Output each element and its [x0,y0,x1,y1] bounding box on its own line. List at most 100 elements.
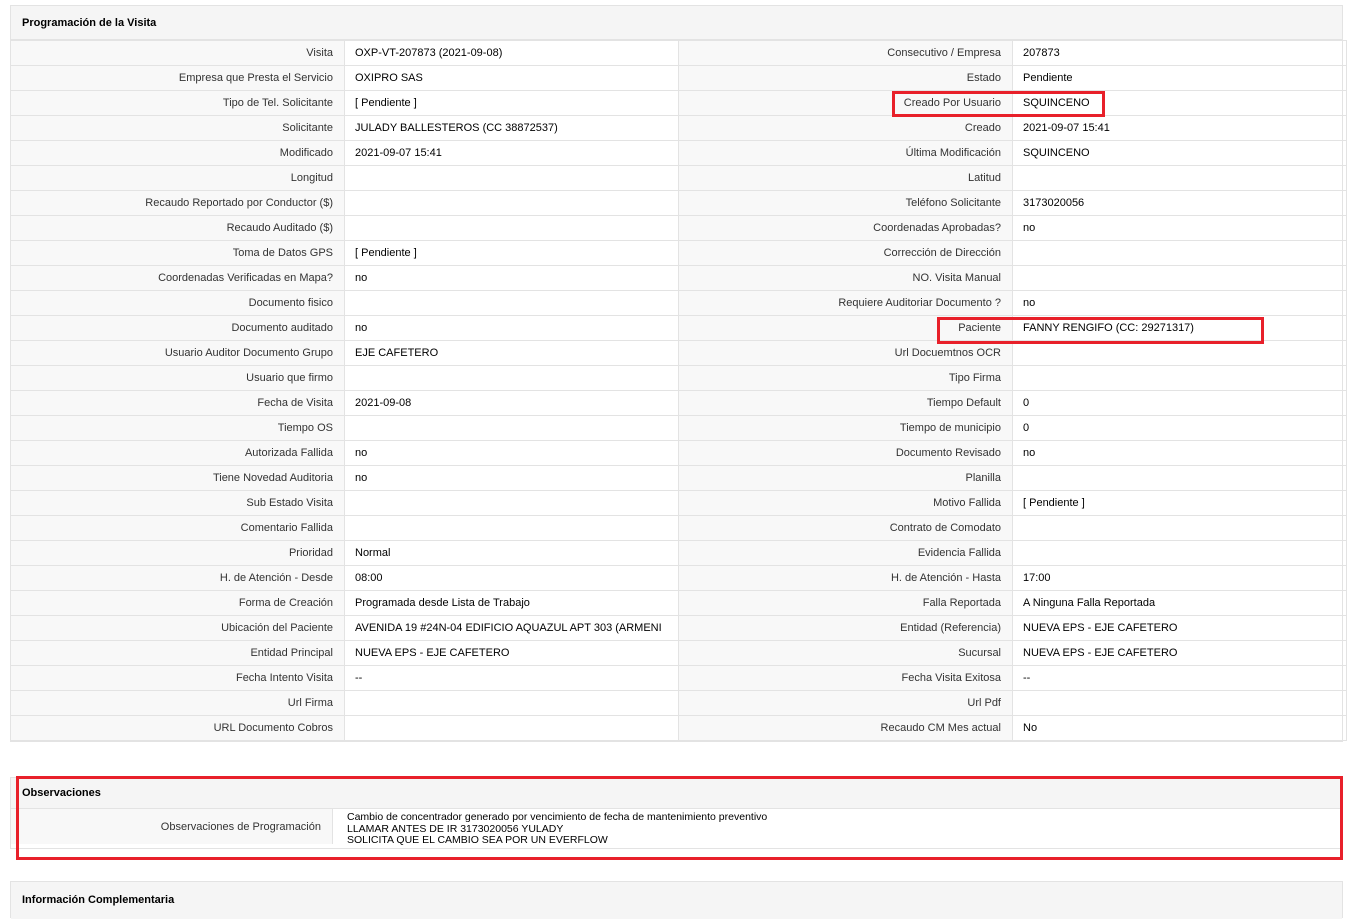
table-row: Empresa que Presta el Servicio OXIPRO SAS… [10,65,1347,91]
field-value: 3173020056 [1012,190,1347,216]
field-label: Modificado [10,140,345,166]
field-label: Ubicación del Paciente [10,615,345,641]
field-label: Consecutivo / Empresa [678,40,1013,66]
field-value: [ Pendiente ] [344,90,679,116]
field-value: NUEVA EPS - EJE CAFETERO [344,640,679,666]
field-value: NUEVA EPS - EJE CAFETERO [1012,615,1347,641]
field-label: Coordenadas Aprobadas? [678,215,1013,241]
field-value: EJE CAFETERO [344,340,679,366]
field-label: Longitud [10,165,345,191]
table-row: H. de Atención - Desde 08:00 H. de Atenció… [10,565,1347,591]
table-row: Sub Estado Visita Motivo Fallida[ Pendien… [10,490,1347,516]
table-row: Coordenadas Verificadas en Mapa? no NO. V… [10,265,1347,291]
field-value: A Ninguna Falla Reportada [1012,590,1347,616]
table-row: Tipo de Tel. Solicitante[ Pendiente ] Cre… [10,90,1347,116]
field-label: Fecha de Visita [10,390,345,416]
table-row: Comentario Fallida Contrato de Comodato [10,515,1347,541]
field-label: Tipo Firma [678,365,1013,391]
field-label: Prioridad [10,540,345,566]
field-value [1012,515,1347,541]
observaciones-title: Observaciones [11,778,1342,808]
field-label: Recaudo CM Mes actual [678,715,1013,741]
field-value: -- [344,665,679,691]
field-label: Visita [10,40,345,66]
field-value [1012,540,1347,566]
field-value: AVENIDA 19 #24N-04 EDIFICIO AQUAZUL APT … [344,615,679,641]
field-value: no [344,465,679,491]
field-value: 08:00 [344,565,679,591]
field-value [1012,690,1347,716]
table-row: Tiene Novedad Auditoria no Planilla [10,465,1347,491]
table-row: URL Documento Cobros Recaudo CM Mes actua… [10,715,1347,741]
field-label: Tiempo OS [10,415,345,441]
field-value: [ Pendiente ] [344,240,679,266]
field-value: SQUINCENO [1012,140,1347,166]
field-label: Fecha Visita Exitosa [678,665,1013,691]
field-label: URL Documento Cobros [10,715,345,741]
field-label: Latitud [678,165,1013,191]
field-label: Recaudo Reportado por Conductor ($) [10,190,345,216]
observaciones-row: Observaciones de Programación Cambio de … [11,808,1342,846]
field-value [1012,240,1347,266]
field-value: no [1012,440,1347,466]
field-label: Entidad (Referencia) [678,615,1013,641]
field-value: 207873 [1012,40,1347,66]
field-label: Tiene Novedad Auditoria [10,465,345,491]
field-value: no [344,440,679,466]
complementaria-title: Información Complementaria [11,882,1342,919]
table-row: Toma de Datos GPS[ Pendiente ] Corrección… [10,240,1347,266]
field-label: Toma de Datos GPS [10,240,345,266]
field-label: Creado Por Usuario [678,90,1013,116]
field-value: SQUINCENO [1012,90,1347,116]
field-value: Normal [344,540,679,566]
observaciones-value: Cambio de concentrador generado por venc… [333,808,1342,846]
field-label: Comentario Fallida [10,515,345,541]
field-value [1012,265,1347,291]
table-row: Tiempo OS Tiempo de municipio 0 [10,415,1347,441]
field-label: Fecha Intento Visita [10,665,345,691]
observaciones-label: Observaciones de Programación [11,808,333,844]
programacion-panel: Programación de la Visita Visita OXP-VT-2… [10,5,1347,742]
field-value: [ Pendiente ] [1012,490,1347,516]
field-value: no [1012,215,1347,241]
field-label: Forma de Creación [10,590,345,616]
field-label: NO. Visita Manual [678,265,1013,291]
field-label: Documento auditado [10,315,345,341]
table-row: Entidad Principal NUEVA EPS - EJE CAFETER… [10,640,1347,666]
table-row: Recaudo Reportado por Conductor ($) Teléf… [10,190,1347,216]
field-value [344,415,679,441]
field-value [344,365,679,391]
field-label: Teléfono Solicitante [678,190,1013,216]
field-value [344,490,679,516]
field-label: Corrección de Dirección [678,240,1013,266]
table-row: Modificado 2021-09-07 15:41 Última Modific… [10,140,1347,166]
field-value [344,165,679,191]
field-label: Contrato de Comodato [678,515,1013,541]
field-label: Entidad Principal [10,640,345,666]
field-label: Solicitante [10,115,345,141]
programacion-title: Programación de la Visita [11,6,1342,40]
field-value: OXIPRO SAS [344,65,679,91]
field-label: Planilla [678,465,1013,491]
table-row: Ubicación del Paciente AVENIDA 19 #24N-04… [10,615,1347,641]
field-label: Documento Revisado [678,440,1013,466]
field-label: Usuario que firmo [10,365,345,391]
field-label: Tipo de Tel. Solicitante [10,90,345,116]
table-row: Fecha de Visita 2021-09-08 Tiempo Default… [10,390,1347,416]
field-value [1012,465,1347,491]
field-label: Última Modificación [678,140,1013,166]
field-value [344,715,679,741]
complementaria-panel: Información Complementaria [10,881,1343,919]
field-label: Url Docuemtnos OCR [678,340,1013,366]
table-row: Forma de Creación Programada desde Lista … [10,590,1347,616]
field-label: Evidencia Fallida [678,540,1013,566]
field-label: Creado [678,115,1013,141]
field-label: Recaudo Auditado ($) [10,215,345,241]
field-value: No [1012,715,1347,741]
field-label: Url Pdf [678,690,1013,716]
field-label: Falla Reportada [678,590,1013,616]
field-value [344,215,679,241]
field-value: no [344,265,679,291]
table-row: Fecha Intento Visita -- Fecha Visita Exito… [10,665,1347,691]
field-value: 0 [1012,390,1347,416]
